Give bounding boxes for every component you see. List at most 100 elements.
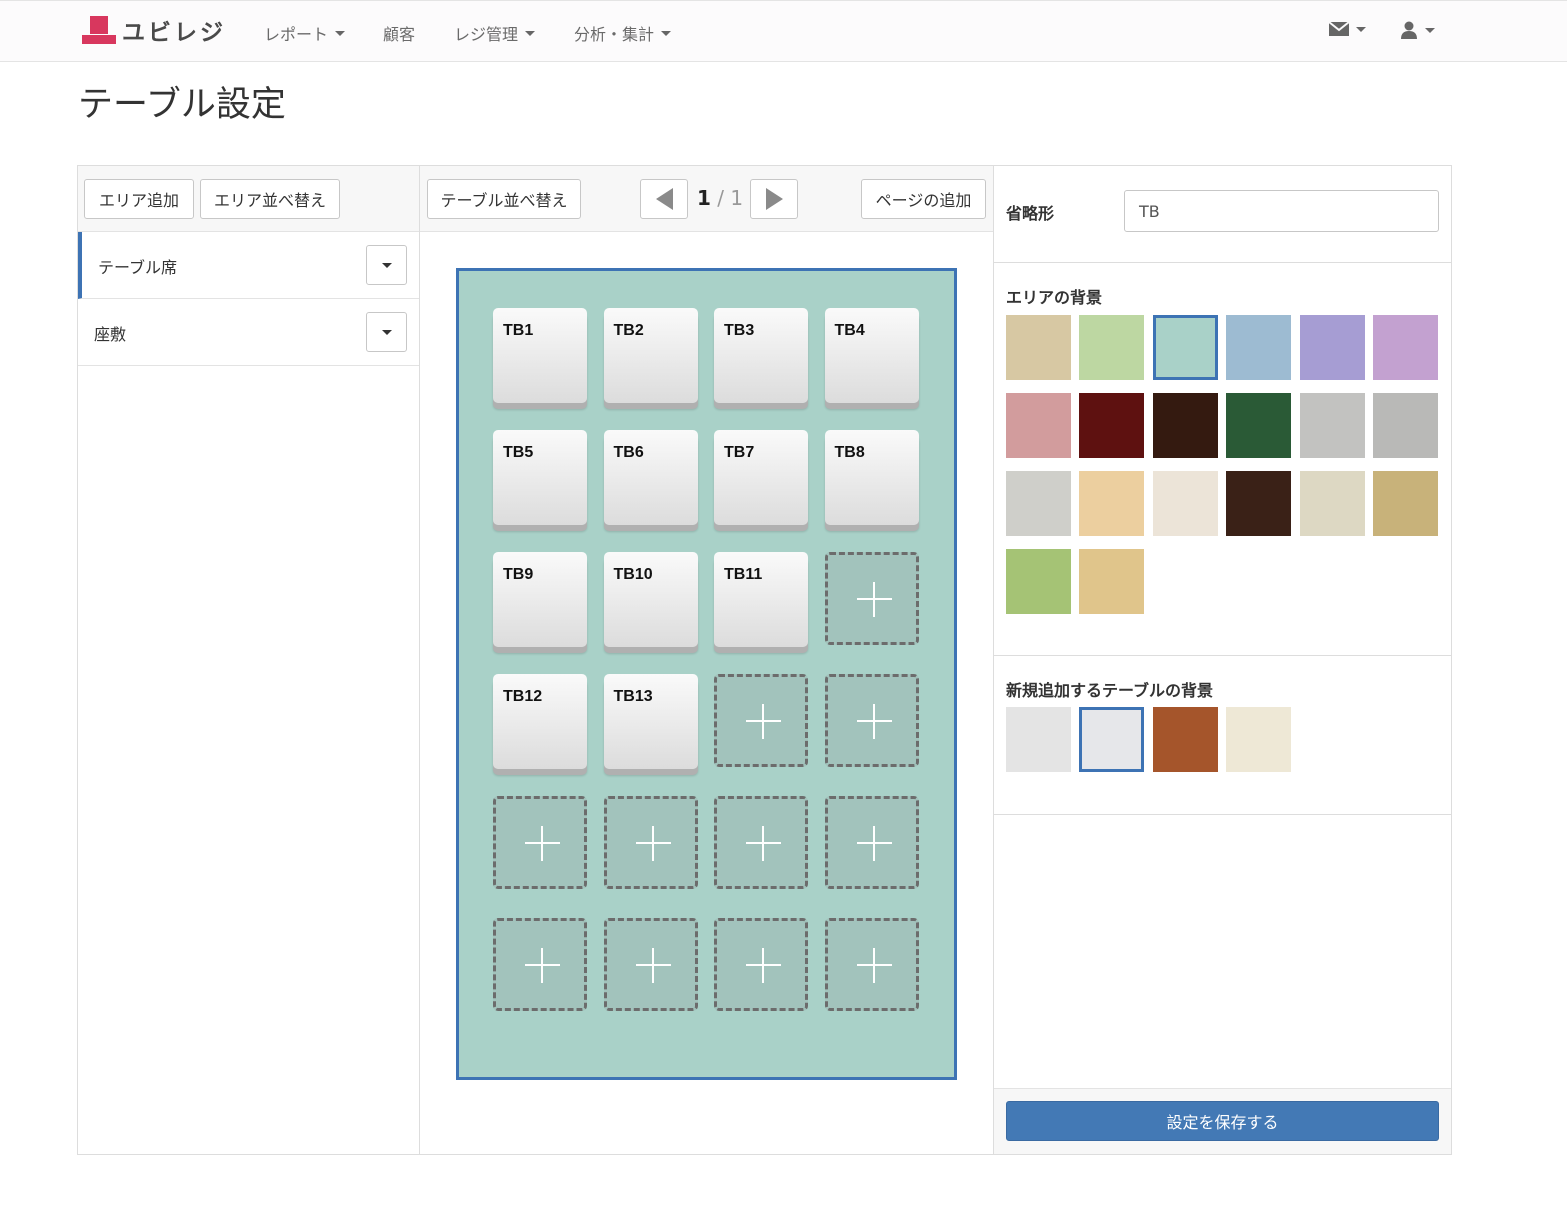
area-bg-swatch-tatami-green[interactable]	[1006, 549, 1071, 614]
abbreviation-input[interactable]: TB	[1124, 190, 1439, 232]
area-bg-swatch-beige[interactable]	[1006, 315, 1071, 380]
nav-item-reports[interactable]: レポート	[264, 21, 346, 45]
table-bg-swatch-light-gray[interactable]	[1079, 707, 1145, 772]
table-tile[interactable]: TB6	[603, 430, 698, 525]
table-bg-swatch-white-glossy[interactable]	[1006, 707, 1071, 772]
total-pages: 1	[730, 186, 744, 210]
sort-areas-button[interactable]: エリア並べ替え	[200, 179, 340, 219]
table-layout-panel: テーブル並べ替え 1 / 1 ページの追加 TB1 TB2 TB3 TB4 TB5 TB6…	[420, 166, 994, 1154]
nav-item-register-management[interactable]: レジ管理	[454, 21, 536, 45]
area-bg-swatch-light-blue[interactable]	[1226, 315, 1292, 380]
table-bg-swatch-wood[interactable]	[1152, 707, 1218, 772]
add-table-slot[interactable]	[714, 674, 808, 767]
layout-toolbar: テーブル並べ替え 1 / 1 ページの追加	[420, 166, 993, 232]
area-bg-swatch-dark-brown[interactable]	[1152, 393, 1218, 458]
next-page-button[interactable]	[750, 179, 798, 219]
table-tile[interactable]: TB11	[714, 552, 808, 647]
settings-sidebar: 省略形 TB エリアの背景 新規追加するテーブルの背景 設定を保存する	[994, 166, 1451, 1154]
table-name: TB12	[503, 688, 543, 705]
nav-item-label: 顧客	[383, 25, 416, 44]
area-bg-swatch-light-green[interactable]	[1079, 315, 1145, 380]
area-background-label: エリアの背景	[1006, 288, 1103, 307]
table-name: TB1	[503, 322, 534, 339]
area-item-table-seats[interactable]: テーブル席	[78, 232, 419, 299]
area-bg-swatch-golden-texture[interactable]	[1373, 471, 1438, 536]
area-item-label: テーブル席	[98, 258, 178, 277]
page-title: テーブル設定	[78, 85, 286, 125]
add-table-slot[interactable]	[493, 796, 587, 889]
area-bg-swatch-tatami-straw[interactable]	[1079, 549, 1145, 614]
triangle-left-icon	[655, 188, 673, 210]
table-tile[interactable]: TB9	[493, 552, 587, 647]
area-bg-swatch-concrete-2[interactable]	[1373, 393, 1438, 458]
caret-down-icon	[335, 30, 346, 36]
caret-down-icon	[525, 30, 536, 36]
table-name: TB5	[503, 444, 534, 461]
table-tile[interactable]: TB5	[493, 430, 587, 525]
area-bg-swatch-marble[interactable]	[1006, 471, 1071, 536]
area-options-dropdown[interactable]	[366, 312, 407, 352]
table-name: TB9	[503, 566, 534, 583]
add-table-slot[interactable]	[824, 796, 919, 889]
area-bg-swatch-light-wood[interactable]	[1079, 471, 1145, 536]
brand-logo[interactable]: ユビレジ	[82, 15, 226, 46]
abbreviation-label: 省略形	[1006, 204, 1055, 223]
triangle-right-icon	[765, 188, 783, 210]
add-table-slot[interactable]	[824, 918, 919, 1011]
area-list-panel: エリア追加 エリア並べ替え テーブル席 座敷	[78, 166, 420, 1154]
caret-down-icon	[381, 329, 392, 335]
table-name: TB6	[613, 444, 644, 461]
area-bg-swatch-mint[interactable]	[1152, 315, 1218, 380]
table-name: TB7	[724, 444, 755, 461]
area-item-label: 座敷	[94, 325, 127, 344]
table-tile[interactable]: TB8	[824, 430, 919, 525]
caret-down-icon	[381, 262, 392, 268]
brand-name: ユビレジ	[122, 20, 226, 46]
table-tile[interactable]: TB12	[493, 674, 587, 769]
area-bg-swatch-dark-wood[interactable]	[1226, 471, 1292, 536]
area-toolbar: エリア追加 エリア並べ替え	[78, 166, 419, 232]
nav-item-label: レポート	[264, 25, 329, 44]
area-bg-swatch-dark-green[interactable]	[1226, 393, 1292, 458]
user-menu[interactable]	[1400, 21, 1435, 39]
area-options-dropdown[interactable]	[366, 245, 407, 285]
add-area-button[interactable]: エリア追加	[84, 179, 194, 219]
nav-item-label: 分析・集計	[574, 25, 655, 44]
table-tile[interactable]: TB1	[493, 308, 587, 403]
table-bg-swatch-speckled[interactable]	[1226, 707, 1292, 772]
table-tile[interactable]: TB2	[603, 308, 698, 403]
add-table-slot[interactable]	[603, 796, 698, 889]
area-bg-swatch-concrete-1[interactable]	[1299, 393, 1365, 458]
table-tile[interactable]: TB4	[824, 308, 919, 403]
caret-down-icon	[661, 30, 672, 36]
add-table-slot[interactable]	[714, 796, 808, 889]
area-bg-swatch-lilac[interactable]	[1373, 315, 1438, 380]
table-name: TB3	[724, 322, 755, 339]
table-tile[interactable]: TB3	[714, 308, 808, 403]
divider	[994, 655, 1451, 656]
table-name: TB2	[613, 322, 644, 339]
area-bg-swatch-dark-red[interactable]	[1079, 393, 1145, 458]
nav-item-customers[interactable]: 顧客	[383, 21, 415, 45]
add-page-button[interactable]: ページの追加	[861, 179, 986, 219]
add-table-slot[interactable]	[824, 552, 919, 645]
add-table-slot[interactable]	[714, 918, 808, 1011]
area-bg-swatch-speckled-cream[interactable]	[1299, 471, 1365, 536]
mail-menu[interactable]	[1329, 21, 1366, 37]
page-separator: /	[710, 186, 731, 210]
table-tile[interactable]: TB10	[603, 552, 698, 647]
logo-mark-icon	[82, 16, 116, 44]
save-settings-button[interactable]: 設定を保存する	[1006, 1101, 1439, 1141]
area-bg-swatch-dusty-pink[interactable]	[1006, 393, 1071, 458]
area-bg-swatch-white-wood[interactable]	[1152, 471, 1218, 536]
table-tile[interactable]: TB7	[714, 430, 808, 525]
area-item-zashiki[interactable]: 座敷	[78, 299, 419, 366]
prev-page-button[interactable]	[640, 179, 688, 219]
add-table-slot[interactable]	[824, 674, 919, 767]
add-table-slot[interactable]	[603, 918, 698, 1011]
nav-item-analytics[interactable]: 分析・集計	[574, 21, 672, 45]
sort-tables-button[interactable]: テーブル並べ替え	[427, 179, 581, 219]
area-bg-swatch-lavender[interactable]	[1299, 315, 1365, 380]
table-tile[interactable]: TB13	[603, 674, 698, 769]
add-table-slot[interactable]	[493, 918, 587, 1011]
